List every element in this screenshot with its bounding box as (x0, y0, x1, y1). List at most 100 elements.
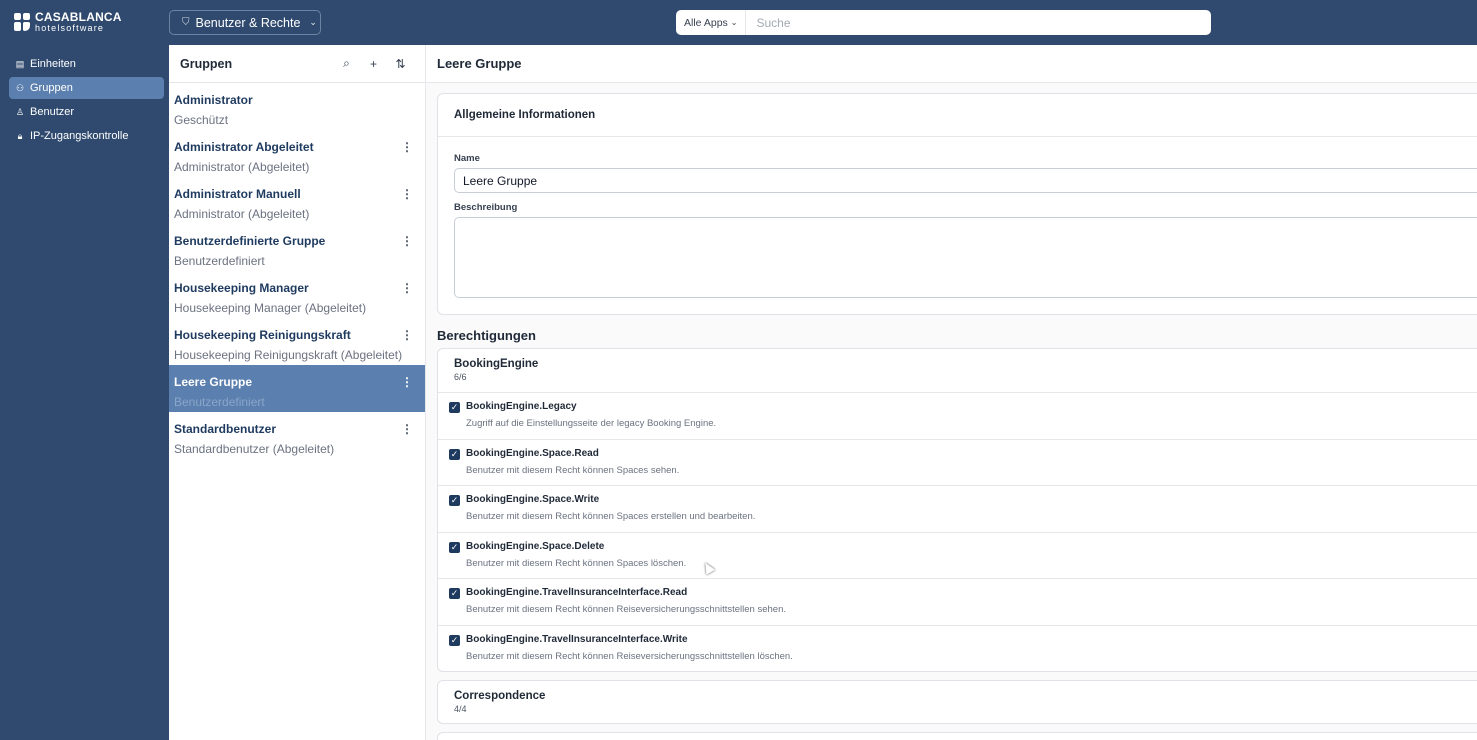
chevron-down-icon: ⌄ (730, 18, 738, 27)
group-subtitle: Administrator (Abgeleitet) (174, 207, 310, 221)
sidebar-item-label: Einheiten (30, 58, 76, 70)
top-bar: CASABLANCA hotelsoftware ⛉ Benutzer & Re… (0, 0, 1477, 45)
group-name: Leere Gruppe (174, 375, 253, 389)
description-label: Beschreibung (454, 202, 518, 213)
more-options-icon[interactable]: ⋮ (401, 281, 413, 295)
global-search: Alle Apps ⌄ (676, 10, 1211, 35)
logo-icon (14, 13, 30, 31)
group-name: Administrator Abgeleitet (174, 140, 314, 154)
permission-checkbox[interactable]: ✓ (449, 402, 460, 413)
permission-group-header[interactable]: BookingEngine 6/6 (438, 349, 1477, 393)
permissions-title: Berechtigungen (437, 328, 536, 343)
general-info-title: Allgemeine Informationen (438, 94, 1477, 137)
sort-icon[interactable]: ⇅ (387, 57, 414, 71)
permission-description: Benutzer mit diesem Recht können Spaces … (466, 557, 687, 569)
permission-group-bookingengine: BookingEngine 6/6 ✓ BookingEngine.Legacy… (437, 348, 1477, 672)
permission-checkbox[interactable]: ✓ (449, 448, 460, 460)
group-name: Standardbenutzer (174, 422, 277, 436)
group-subtitle: Administrator (Abgeleitet) (174, 160, 310, 174)
permission-checkbox[interactable]: ✓ (449, 634, 460, 646)
group-name: Benutzerdefinierte Gruppe (174, 234, 326, 248)
search-scope-dropdown[interactable]: Alle Apps ⌄ (676, 10, 747, 35)
permission-checkbox[interactable]: ✓ (449, 495, 460, 506)
permission-description: Benutzer mit diesem Recht können Spaces … (466, 464, 680, 476)
group-subtitle: Housekeeping Reinigungskraft (Abgeleitet… (174, 348, 403, 362)
permission-row: ✓ BookingEngine.Space.Write Benutzer mit… (438, 486, 1477, 533)
app-logo[interactable]: CASABLANCA hotelsoftware (14, 11, 122, 33)
permission-description: Benutzer mit diesem Recht können Spaces … (466, 511, 756, 522)
permission-group-name: Correspondence (454, 690, 546, 702)
name-label: Name (454, 153, 480, 164)
more-options-icon[interactable]: ⋮ (401, 422, 413, 436)
permission-description: Benutzer mit diesem Recht können Reiseve… (466, 604, 786, 615)
permission-description: Benutzer mit diesem Recht können Reiseve… (466, 650, 793, 662)
group-name: Housekeeping Reinigungskraft (174, 328, 351, 342)
general-info-card: Allgemeine Informationen Name Leere Grup… (437, 93, 1477, 315)
permission-name: BookingEngine.Space.Delete (466, 540, 605, 552)
permission-checkbox[interactable]: ✓ (449, 588, 460, 599)
group-subtitle: Geschützt (174, 113, 229, 127)
permission-name: BookingEngine.TravelInsuranceInterface.W… (466, 633, 688, 645)
permission-group-count: 4/4 (454, 704, 467, 714)
permission-row: ✓ BookingEngine.TravelInsuranceInterface… (438, 626, 1477, 673)
search-icon[interactable]: ⌕ (333, 56, 360, 71)
brand-name: CASABLANCA (35, 10, 122, 24)
group-item-housekeeping-reinigungskraft[interactable]: Housekeeping Reinigungskraft Housekeepin… (169, 318, 425, 365)
group-item-benutzerdefinierte-gruppe[interactable]: Benutzerdefinierte Gruppe Benutzerdefini… (169, 224, 425, 271)
permission-row: ✓ BookingEngine.Space.Read Benutzer mit … (438, 440, 1477, 486)
permission-checkbox[interactable]: ✓ (449, 541, 460, 553)
group-name: Administrator Manuell (174, 187, 301, 201)
shield-icon: ⛉ (182, 17, 190, 28)
permission-description: Zugriff auf die Einstellungsseite der le… (466, 418, 717, 429)
sidebar: ▤ Einheiten ⚇ Gruppen ♙ Benutzer 🔒︎ IP-Z… (0, 45, 169, 740)
group-item-housekeeping-manager[interactable]: Housekeeping Manager Housekeeping Manage… (169, 271, 425, 318)
more-options-icon[interactable]: ⋮ (401, 375, 413, 389)
more-options-icon[interactable]: ⋮ (401, 328, 413, 342)
module-label: Benutzer & Rechte (195, 15, 301, 30)
add-icon[interactable]: + (360, 57, 387, 71)
sidebar-item-label: IP-Zugangskontrolle (30, 130, 129, 142)
sidebar-item-einheiten[interactable]: ▤ Einheiten (9, 53, 164, 75)
sidebar-item-benutzer[interactable]: ♙ Benutzer (9, 101, 164, 123)
groups-header: Gruppen ⌕ + ⇅ (169, 45, 425, 83)
main-header: Leere Gruppe (426, 45, 1477, 83)
user-icon: ♙ (15, 106, 25, 117)
permission-group-next (437, 732, 1477, 740)
main-content: Leere Gruppe Allgemeine Informationen Na… (426, 45, 1477, 740)
search-scope-label: Alle Apps (684, 16, 728, 29)
group-subtitle: Benutzerdefiniert (174, 395, 265, 409)
more-options-icon[interactable]: ⋮ (401, 187, 413, 201)
group-subtitle: Housekeeping Manager (Abgeleitet) (174, 301, 367, 315)
users-icon: ⚇ (15, 82, 25, 93)
group-item-standardbenutzer[interactable]: Standardbenutzer Standardbenutzer (Abgel… (169, 412, 425, 459)
permission-name: BookingEngine.Legacy (466, 401, 577, 412)
chevron-down-icon: ⌄ (309, 17, 317, 27)
name-field[interactable]: Leere Gruppe (454, 168, 1477, 193)
group-name: Administrator (174, 93, 253, 107)
group-item-administrator-abgeleitet[interactable]: Administrator Abgeleitet Administrator (… (169, 130, 425, 177)
more-options-icon[interactable]: ⋮ (401, 234, 413, 248)
brand-sub: hotelsoftware (35, 23, 105, 33)
sidebar-item-ip-zugangskontrolle[interactable]: 🔒︎ IP-Zugangskontrolle (9, 125, 164, 147)
page-title: Leere Gruppe (437, 56, 522, 71)
group-name: Housekeeping Manager (174, 281, 309, 295)
description-field[interactable] (454, 217, 1477, 298)
groups-title: Gruppen (180, 56, 233, 71)
groups-panel: Gruppen ⌕ + ⇅ Administrator Geschützt Ad… (169, 45, 426, 740)
sidebar-item-gruppen[interactable]: ⚇ Gruppen (9, 77, 164, 99)
permission-row: ✓ BookingEngine.Legacy Zugriff auf die E… (438, 393, 1477, 440)
search-input[interactable] (746, 15, 1211, 30)
group-item-administrator-manuell[interactable]: Administrator Manuell Administrator (Abg… (169, 177, 425, 224)
more-options-icon[interactable]: ⋮ (401, 140, 413, 154)
permission-name: BookingEngine.TravelInsuranceInterface.R… (466, 587, 688, 598)
group-item-administrator[interactable]: Administrator Geschützt (169, 83, 425, 130)
permission-row: ✓ BookingEngine.Space.Delete Benutzer mi… (438, 533, 1477, 579)
permission-name: BookingEngine.Space.Write (466, 494, 600, 505)
sidebar-item-label: Benutzer (30, 106, 75, 118)
group-subtitle: Benutzerdefiniert (174, 254, 265, 268)
module-switcher-button[interactable]: ⛉ Benutzer & Rechte ⌄ (169, 10, 321, 35)
lock-icon: 🔒︎ (17, 130, 23, 141)
permission-group-header[interactable]: Correspondence 4/4 (438, 681, 1477, 725)
permission-group-correspondence: Correspondence 4/4 (437, 680, 1477, 724)
group-item-leere-gruppe[interactable]: Leere Gruppe Benutzerdefiniert ⋮ (169, 365, 425, 412)
